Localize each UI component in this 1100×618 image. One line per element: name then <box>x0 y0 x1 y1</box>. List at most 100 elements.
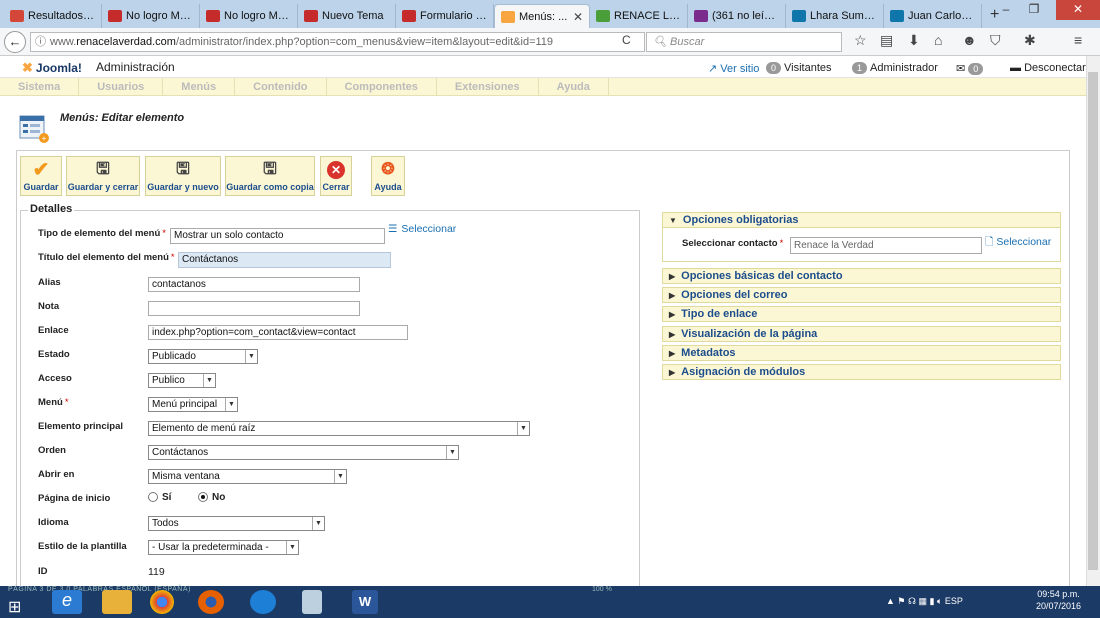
reading-list-icon[interactable]: ▤ <box>880 32 893 49</box>
chat-icon[interactable]: ☻ <box>962 32 977 48</box>
chevron-down-icon: ▼ <box>245 350 257 363</box>
browser-tab[interactable]: Nuevo Tema <box>298 4 396 28</box>
file-explorer-icon[interactable] <box>102 590 132 614</box>
close-window-button[interactable]: ✕ <box>1056 0 1100 20</box>
opciones-obligatorias-toggle[interactable]: ▼ Opciones obligatorias <box>662 212 1061 228</box>
home-icon[interactable]: ⌂ <box>934 32 942 48</box>
messages-status[interactable]: ✉ 0 <box>956 62 986 75</box>
menu-hamburger-icon[interactable]: ≡ <box>1074 32 1082 48</box>
close-tab-icon[interactable]: ✕ <box>573 10 583 24</box>
panel-tipo-enlace[interactable]: ▶ Tipo de enlace <box>662 306 1061 322</box>
visitors-label: Visitantes <box>784 62 832 74</box>
tab-title: RENACE LA ... <box>614 10 681 22</box>
windows-start-icon[interactable]: ⊞ <box>8 597 21 617</box>
estilo-select[interactable]: - Usar la predeterminada - ▼ <box>148 540 299 555</box>
idioma-label: Idioma <box>38 517 69 528</box>
inicio-label: Página de inicio <box>38 493 111 504</box>
pocket-icon[interactable]: ⛉ <box>990 32 1001 49</box>
alias-field[interactable]: contactanos <box>148 277 360 292</box>
admin-menu-item[interactable]: Contenido <box>235 78 327 96</box>
browser-tab[interactable]: No logro Me... <box>200 4 298 28</box>
required-marker: * <box>162 228 166 239</box>
calculator-icon[interactable] <box>302 590 322 614</box>
panel-asignacion-modulos[interactable]: ▶ Asignación de módulos <box>662 364 1061 380</box>
inicio-no-radio[interactable]: No <box>198 492 225 503</box>
titulo-field[interactable]: Contáctanos <box>178 252 391 268</box>
browser-tab[interactable]: Juan Carlos ... <box>884 4 982 28</box>
estado-label: Estado <box>38 349 70 360</box>
check-icon: ✔ <box>32 159 50 181</box>
admin-menu-item[interactable]: Extensiones <box>437 78 539 96</box>
guardar-button[interactable]: ✔ Guardar <box>20 156 62 196</box>
contacto-field[interactable]: Renace la Verdad <box>790 237 982 254</box>
browser-tab[interactable]: Menús: ... ✕ <box>494 4 590 28</box>
mail-icon <box>694 10 708 22</box>
guardar-y-nuevo-button[interactable]: 🖫 Guardar y nuevo <box>145 156 221 196</box>
search-input[interactable]: 🔍︎ Buscar <box>646 32 842 52</box>
url-field[interactable]: ⓘ www.renacelaverdad.com/administrator/i… <box>30 32 645 52</box>
browser-tab[interactable]: (361 no leído... <box>688 4 786 28</box>
panel-metadatos[interactable]: ▶ Metadatos <box>662 345 1061 361</box>
admin-menu-item[interactable]: Ayuda <box>539 78 609 96</box>
panel-opciones-basicas[interactable]: ▶ Opciones básicas del contacto <box>662 268 1061 284</box>
admin-menu-item[interactable]: Sistema <box>0 78 80 96</box>
ayuda-button[interactable]: ❂ Ayuda <box>371 156 405 196</box>
acceso-select[interactable]: Publico ▼ <box>148 373 216 388</box>
admins-label: Administrador <box>870 62 938 74</box>
ver-sitio-link[interactable]: ↗ Ver sitio <box>708 62 759 75</box>
opciones-obligatorias-label: Opciones obligatorias <box>682 214 799 226</box>
browser-tab[interactable]: RENACE LA ... <box>590 4 688 28</box>
search-placeholder: Buscar <box>670 36 705 48</box>
extension-icon[interactable]: ✱ <box>1024 32 1036 49</box>
guardar-como-copia-button[interactable]: 🖫 Guardar como copia <box>225 156 315 196</box>
enlace-label: Enlace <box>38 325 69 336</box>
seleccionar-tipo-button[interactable]: ☰ Seleccionar <box>388 223 456 235</box>
inicio-si-radio[interactable]: Sí <box>148 492 171 503</box>
menu-select[interactable]: Menú principal ▼ <box>148 397 238 412</box>
admin-menu-item[interactable]: Menús <box>163 78 236 96</box>
chrome-icon[interactable] <box>150 590 174 614</box>
admin-menu-item[interactable]: Componentes <box>327 78 437 96</box>
browser-tab[interactable]: No logro Me... <box>102 4 200 28</box>
guardar-y-cerrar-button[interactable]: 🖫 Guardar y cerrar <box>66 156 140 196</box>
seleccionar-contacto-button[interactable]: 🗋 Seleccionar <box>985 234 1051 252</box>
browser-tab[interactable]: Formulario d... <box>396 4 494 28</box>
ie-icon[interactable]: e <box>52 590 82 614</box>
principal-select[interactable]: Elemento de menú raíz ▼ <box>148 421 530 436</box>
linkedin-icon <box>792 10 806 22</box>
admin-menu-item[interactable]: Usuarios <box>79 78 164 96</box>
enlace-field[interactable]: index.php?option=com_contact&view=contac… <box>148 325 408 340</box>
word-icon[interactable]: W <box>352 590 378 614</box>
cancel-icon: ✕ <box>327 161 345 179</box>
system-tray[interactable]: ▲ ⚑ ☊ ▦ ▮ 🔈︎ ESP <box>886 596 963 607</box>
maximize-button[interactable]: ❐ <box>1020 0 1048 20</box>
idioma-select[interactable]: Todos ▼ <box>148 516 325 531</box>
panel-opciones-correo[interactable]: ▶ Opciones del correo <box>662 287 1061 303</box>
app-icon[interactable] <box>250 590 276 614</box>
browser-tab[interactable]: Resultados d... <box>4 4 102 28</box>
panel-visualizacion[interactable]: ▶ Visualización de la página <box>662 326 1061 342</box>
panel-label: Opciones del correo <box>681 289 788 301</box>
bookmark-star-icon[interactable]: ☆ <box>854 32 867 49</box>
logout-link[interactable]: ▬ Desconectar <box>1010 62 1086 74</box>
cerrar-button[interactable]: ✕ Cerrar <box>320 156 352 196</box>
browser-tab[interactable]: Lhara Sumar... <box>786 4 884 28</box>
chevron-down-icon: ▼ <box>517 422 529 435</box>
nota-field[interactable] <box>148 301 360 316</box>
scrollbar-thumb[interactable] <box>1088 72 1098 570</box>
search-icon: 🔍︎ <box>653 36 671 48</box>
firefox-icon[interactable] <box>198 590 224 614</box>
tipo-field[interactable]: Mostrar un solo contacto <box>170 228 385 244</box>
url-path: /administrator/index.php?option=com_menu… <box>175 36 554 48</box>
clock[interactable]: 09:54 p.m. 20/07/2016 <box>1036 588 1081 612</box>
reload-icon[interactable]: C <box>622 33 631 47</box>
back-icon[interactable]: ← <box>4 31 26 53</box>
estado-select[interactable]: Publicado ▼ <box>148 349 258 364</box>
abrir-select[interactable]: Misma ventana ▼ <box>148 469 347 484</box>
save-close-icon: 🖫 <box>96 161 110 178</box>
required-marker: * <box>170 252 175 263</box>
download-icon[interactable]: ⬇ <box>908 32 920 49</box>
tab-title: Formulario d... <box>420 10 487 22</box>
minimize-button[interactable]: – <box>992 0 1020 20</box>
orden-select[interactable]: Contáctanos ▼ <box>148 445 459 460</box>
